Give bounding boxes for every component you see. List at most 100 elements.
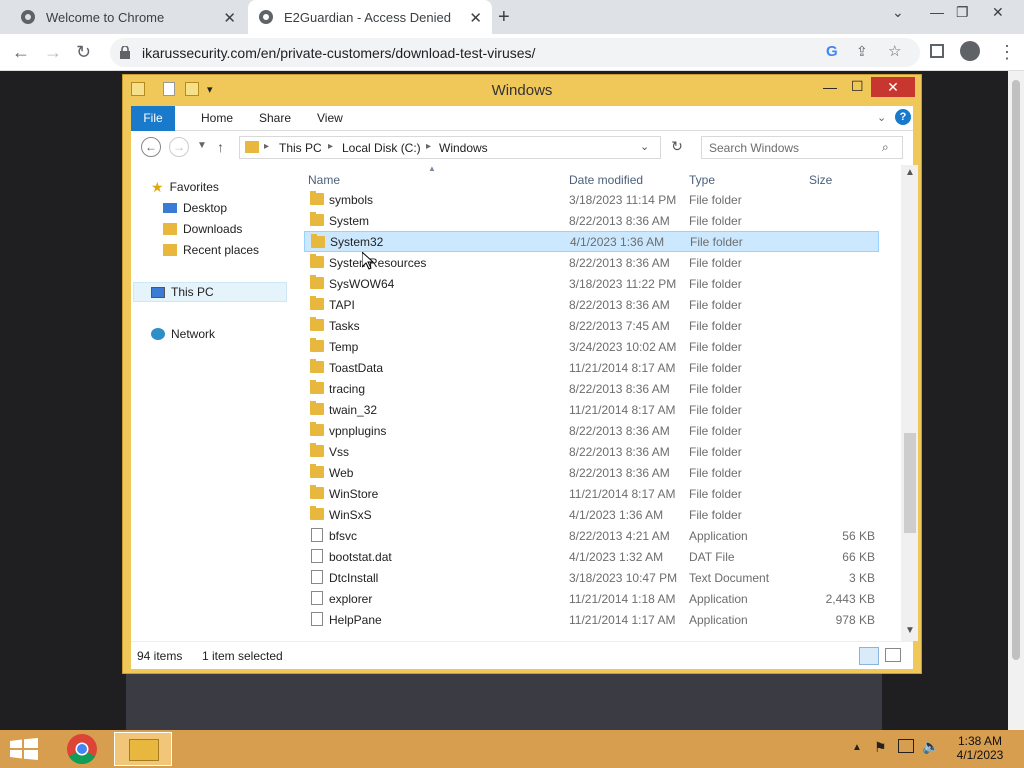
column-type[interactable]: Type xyxy=(689,173,715,187)
tab-share[interactable]: Share xyxy=(259,111,291,125)
expand-ribbon-icon[interactable]: ⌄ xyxy=(877,111,886,124)
back-icon[interactable]: ← xyxy=(141,137,161,157)
search-input[interactable]: Search Windows ⌕ xyxy=(701,136,903,159)
file-size: 56 KB xyxy=(842,528,875,543)
back-icon[interactable]: ← xyxy=(12,42,30,63)
file-row[interactable]: symbols 3/18/2023 11:14 PM File folder xyxy=(304,189,879,210)
side-panel-icon[interactable] xyxy=(930,44,944,58)
tab-home[interactable]: Home xyxy=(201,111,233,125)
forward-icon[interactable]: → xyxy=(169,137,189,157)
file-row[interactable]: WinSxS 4/1/2023 1:36 AM File folder xyxy=(304,504,879,525)
chevron-right-icon[interactable]: ▸ xyxy=(426,141,431,152)
address-bar[interactable]: ikarussecurity.com/en/private-customers/… xyxy=(110,38,920,67)
nav-recent-places[interactable]: Recent places xyxy=(163,240,259,260)
breadcrumb-windows[interactable]: Windows xyxy=(439,141,488,155)
file-row[interactable]: WinStore 11/21/2014 8:17 AM File folder xyxy=(304,483,879,504)
nav-thispc[interactable]: This PC xyxy=(133,282,287,302)
maximize-icon[interactable]: ☐ xyxy=(851,78,864,95)
close-icon[interactable]: ✕ xyxy=(871,77,915,97)
breadcrumb-localdisk[interactable]: Local Disk (C:) xyxy=(342,141,421,155)
file-row[interactable]: Tasks 8/22/2013 7:45 AM File folder xyxy=(304,315,879,336)
reload-icon[interactable]: ↻ xyxy=(76,42,91,63)
explorer-titlebar[interactable]: ▾ Windows — ☐ ✕ xyxy=(123,75,921,105)
nav-downloads[interactable]: Downloads xyxy=(163,219,242,239)
column-size[interactable]: Size xyxy=(809,173,832,187)
nav-network[interactable]: Network xyxy=(151,324,215,344)
downloads-icon xyxy=(163,223,177,235)
recent-locations-icon[interactable]: ▼ xyxy=(197,140,207,151)
file-date: 3/18/2023 10:47 PM xyxy=(569,570,678,585)
file-row[interactable]: tracing 8/22/2013 8:36 AM File folder xyxy=(304,378,879,399)
file-row[interactable]: bfsvc 8/22/2013 4:21 AM Application 56 KB xyxy=(304,525,879,546)
file-list-scrollbar[interactable]: ▲ ▼ xyxy=(901,165,918,641)
network-icon[interactable] xyxy=(898,739,914,753)
file-row[interactable]: DtcInstall 3/18/2023 10:47 PM Text Documen… xyxy=(304,567,879,588)
restore-icon[interactable]: ❐ xyxy=(956,4,969,21)
windows-start-icon[interactable] xyxy=(10,738,38,760)
nav-desktop[interactable]: Desktop xyxy=(163,198,227,218)
file-size: 2,443 KB xyxy=(825,591,875,606)
file-row[interactable]: twain_32 11/21/2014 8:17 AM File folder xyxy=(304,399,879,420)
action-center-flag-icon[interactable]: ⚑ xyxy=(874,739,887,756)
network-icon xyxy=(151,328,165,340)
column-name[interactable]: Name xyxy=(308,173,340,187)
minimize-icon[interactable]: — xyxy=(823,79,837,95)
folder-icon xyxy=(310,464,324,478)
refresh-icon[interactable]: ↻ xyxy=(667,138,687,158)
show-hidden-icons-icon[interactable]: ▲ xyxy=(852,742,862,753)
help-icon[interactable]: ? xyxy=(895,109,911,125)
tab-e2guardian[interactable]: E2Guardian - Access Denied ✕ xyxy=(248,0,492,34)
file-row[interactable]: SystemResources 8/22/2013 8:36 AM File fol… xyxy=(304,252,879,273)
file-row[interactable]: vpnplugins 8/22/2013 8:36 AM File folder xyxy=(304,420,879,441)
chrome-taskbar-button[interactable] xyxy=(60,732,104,766)
taskbar-clock[interactable]: 1:38 AM 4/1/2023 xyxy=(940,734,1020,762)
nav-favorites[interactable]: ★ Favorites xyxy=(151,177,219,197)
chevron-right-icon[interactable]: ▸ xyxy=(328,141,333,152)
chevron-right-icon[interactable]: ▸ xyxy=(264,141,269,152)
forward-icon[interactable]: → xyxy=(44,42,62,63)
file-row[interactable]: bootstat.dat 4/1/2023 1:32 AM DAT File 66 K… xyxy=(304,546,879,567)
address-bar[interactable]: ▸ This PC ▸ Local Disk (C:) ▸ Windows ⌄ xyxy=(239,136,661,159)
file-row[interactable]: TAPI 8/22/2013 8:36 AM File folder xyxy=(304,294,879,315)
close-tab-icon[interactable]: ✕ xyxy=(469,9,482,27)
large-icons-view-icon[interactable] xyxy=(885,648,901,662)
file-row[interactable]: Web 8/22/2013 8:36 AM File folder xyxy=(304,462,879,483)
star-icon[interactable]: ☆ xyxy=(888,42,901,60)
tab-view[interactable]: View xyxy=(317,111,343,125)
google-icon[interactable]: G xyxy=(826,43,838,60)
page-scroll-thumb[interactable] xyxy=(1012,80,1020,660)
file-row[interactable]: Vss 8/22/2013 8:36 AM File folder xyxy=(304,441,879,462)
file-row[interactable]: HelpPane 11/21/2014 1:17 AM Application 978… xyxy=(304,609,879,630)
file-row[interactable]: SysWOW64 3/18/2023 11:22 PM File folder xyxy=(304,273,879,294)
search-icon[interactable]: ⌕ xyxy=(882,140,889,155)
close-window-icon[interactable]: ✕ xyxy=(992,4,1004,21)
profile-avatar[interactable] xyxy=(960,41,980,61)
chevron-down-icon[interactable]: ⌄ xyxy=(640,140,649,153)
volume-muted-icon[interactable]: 🔈 xyxy=(922,738,939,755)
details-view-icon[interactable] xyxy=(859,647,879,665)
item-count: 94 items xyxy=(137,649,183,663)
up-icon[interactable]: ↑ xyxy=(217,139,224,155)
minimize-icon[interactable]: — xyxy=(930,4,944,20)
file-row[interactable]: explorer 11/21/2014 1:18 AM Application 2,4… xyxy=(304,588,879,609)
file-row[interactable]: System 8/22/2013 8:36 AM File folder xyxy=(304,210,879,231)
menu-icon[interactable]: ⋮ xyxy=(998,42,1016,63)
tab-search-icon[interactable]: ⌄ xyxy=(892,4,904,21)
file-list-scroll-thumb[interactable] xyxy=(904,433,916,533)
nav-label: Favorites xyxy=(169,180,219,194)
folder-icon xyxy=(245,141,259,153)
scroll-down-icon[interactable]: ▼ xyxy=(905,625,915,636)
scroll-up-icon[interactable]: ▲ xyxy=(905,167,915,178)
tab-welcome[interactable]: Welcome to Chrome ✕ xyxy=(10,0,246,34)
share-icon[interactable]: ⇪ xyxy=(856,43,868,60)
file-row[interactable]: System32 4/1/2023 1:36 AM File folder xyxy=(304,231,879,252)
file-row[interactable]: ToastData 11/21/2014 8:17 AM File folder xyxy=(304,357,879,378)
file-row[interactable]: Temp 3/24/2023 10:02 AM File folder xyxy=(304,336,879,357)
tab-file[interactable]: File xyxy=(131,106,175,131)
close-tab-icon[interactable]: ✕ xyxy=(223,9,236,27)
column-date[interactable]: Date modified xyxy=(569,173,643,187)
new-tab-icon[interactable]: + xyxy=(498,6,510,29)
file-explorer-taskbar-button[interactable] xyxy=(114,732,172,766)
breadcrumb-thispc[interactable]: This PC xyxy=(279,141,322,155)
file-type: Application xyxy=(689,528,748,543)
